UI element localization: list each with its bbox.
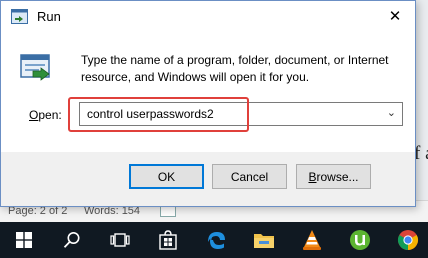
close-button[interactable]: ✕ [375,1,415,31]
close-icon: ✕ [388,8,402,25]
file-explorer-button[interactable] [240,222,288,258]
vlc-button[interactable] [288,222,336,258]
chrome-icon [398,230,418,250]
windows-start-icon [16,232,32,248]
edge-button[interactable] [192,222,240,258]
start-button[interactable] [0,222,48,258]
search-icon [63,232,80,248]
search-button[interactable] [48,222,96,258]
ok-button[interactable]: OK [129,164,204,189]
highlight-annotation [68,97,249,132]
edge-icon [208,232,225,249]
task-view-icon [110,233,130,247]
chrome-button[interactable] [384,222,428,258]
dialog-title: Run [37,9,61,24]
vlc-icon [303,230,321,250]
open-label: Open: [29,108,62,122]
browse-button[interactable]: Browse... [296,164,371,189]
file-explorer-icon [254,234,274,248]
open-label-accelerator: O [29,108,39,122]
browse-label-rest: rowse... [316,169,359,184]
store-icon [159,230,177,250]
dialog-content: Type the name of a program, folder, docu… [1,32,415,152]
run-dialog: Run ✕ Type the name of a program, folder… [0,0,416,207]
browse-accelerator: B [308,169,317,184]
store-button[interactable] [144,222,192,258]
run-program-icon [20,54,50,81]
document-text-fragment: f a [414,143,428,164]
utorrent-icon [350,230,370,250]
title-bar[interactable]: Run ✕ [1,1,415,32]
open-label-rest: pen: [38,108,62,122]
taskbar [0,222,428,258]
dialog-description: Type the name of a program, folder, docu… [81,53,389,84]
run-icon [11,9,28,24]
utorrent-button[interactable] [336,222,384,258]
task-view-button[interactable] [96,222,144,258]
chevron-down-icon[interactable]: ⌄ [387,106,396,119]
cancel-button[interactable]: Cancel [212,164,287,189]
